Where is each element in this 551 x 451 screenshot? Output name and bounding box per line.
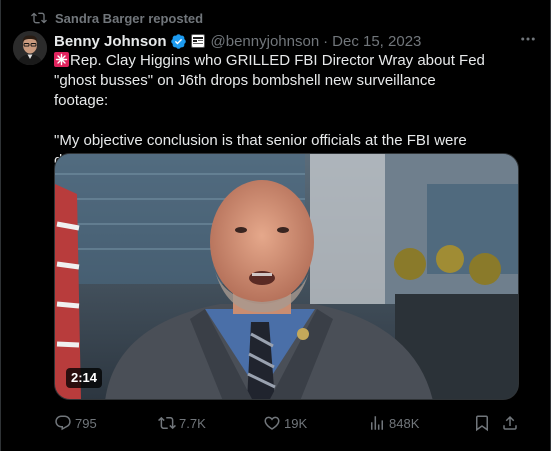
bookmark-button[interactable] — [473, 413, 491, 433]
views-chart-icon — [368, 414, 386, 432]
repost-count: 7.7K — [179, 415, 206, 431]
repost-icon — [158, 414, 176, 432]
repost-button[interactable]: 7.7K — [158, 413, 206, 433]
share-icon — [501, 414, 519, 432]
social-context[interactable]: Sandra Barger reposted — [31, 10, 203, 26]
tweet-date[interactable]: Dec 15, 2023 — [332, 33, 421, 50]
tweet-header: Benny Johnson @bennyjohnson · Dec 15, 20… — [54, 31, 538, 51]
video-duration: 2:14 — [66, 368, 103, 388]
action-bar: 795 7.7K 19K 848K — [54, 413, 519, 433]
video-thumbnail — [55, 154, 518, 399]
author-name[interactable]: Benny Johnson — [54, 33, 167, 50]
share-button[interactable] — [501, 413, 519, 433]
verified-badge-icon[interactable] — [170, 33, 187, 50]
more-icon — [519, 30, 537, 52]
repost-icon — [31, 10, 47, 26]
reply-icon — [54, 414, 72, 432]
avatar[interactable] — [13, 31, 47, 65]
video-player[interactable]: 2:14 — [54, 153, 519, 400]
siren-emoji-icon — [54, 52, 69, 67]
separator-dot: · — [323, 32, 329, 50]
views-button[interactable]: 848K — [368, 413, 419, 433]
like-button[interactable]: 19K — [263, 413, 307, 433]
tweet-card[interactable]: Sandra Barger reposted Benny Johnson @be… — [0, 0, 551, 451]
view-count: 848K — [389, 415, 420, 431]
tweet-paragraph-1: Rep. Clay Higgins who GRILLED FBI Direct… — [54, 51, 494, 111]
bookmark-icon — [473, 414, 491, 432]
more-options-button[interactable] — [518, 31, 538, 51]
author-handle[interactable]: @bennyjohnson — [211, 33, 320, 50]
like-count: 19K — [284, 415, 308, 431]
reply-button[interactable]: 795 — [54, 413, 97, 433]
tweet-line-1: Rep. Clay Higgins who GRILLED FBI Direct… — [54, 52, 485, 109]
affiliate-badge-icon[interactable] — [190, 34, 205, 48]
reply-count: 795 — [75, 415, 97, 431]
heart-icon — [263, 414, 281, 432]
repost-label: Sandra Barger reposted — [55, 10, 204, 26]
